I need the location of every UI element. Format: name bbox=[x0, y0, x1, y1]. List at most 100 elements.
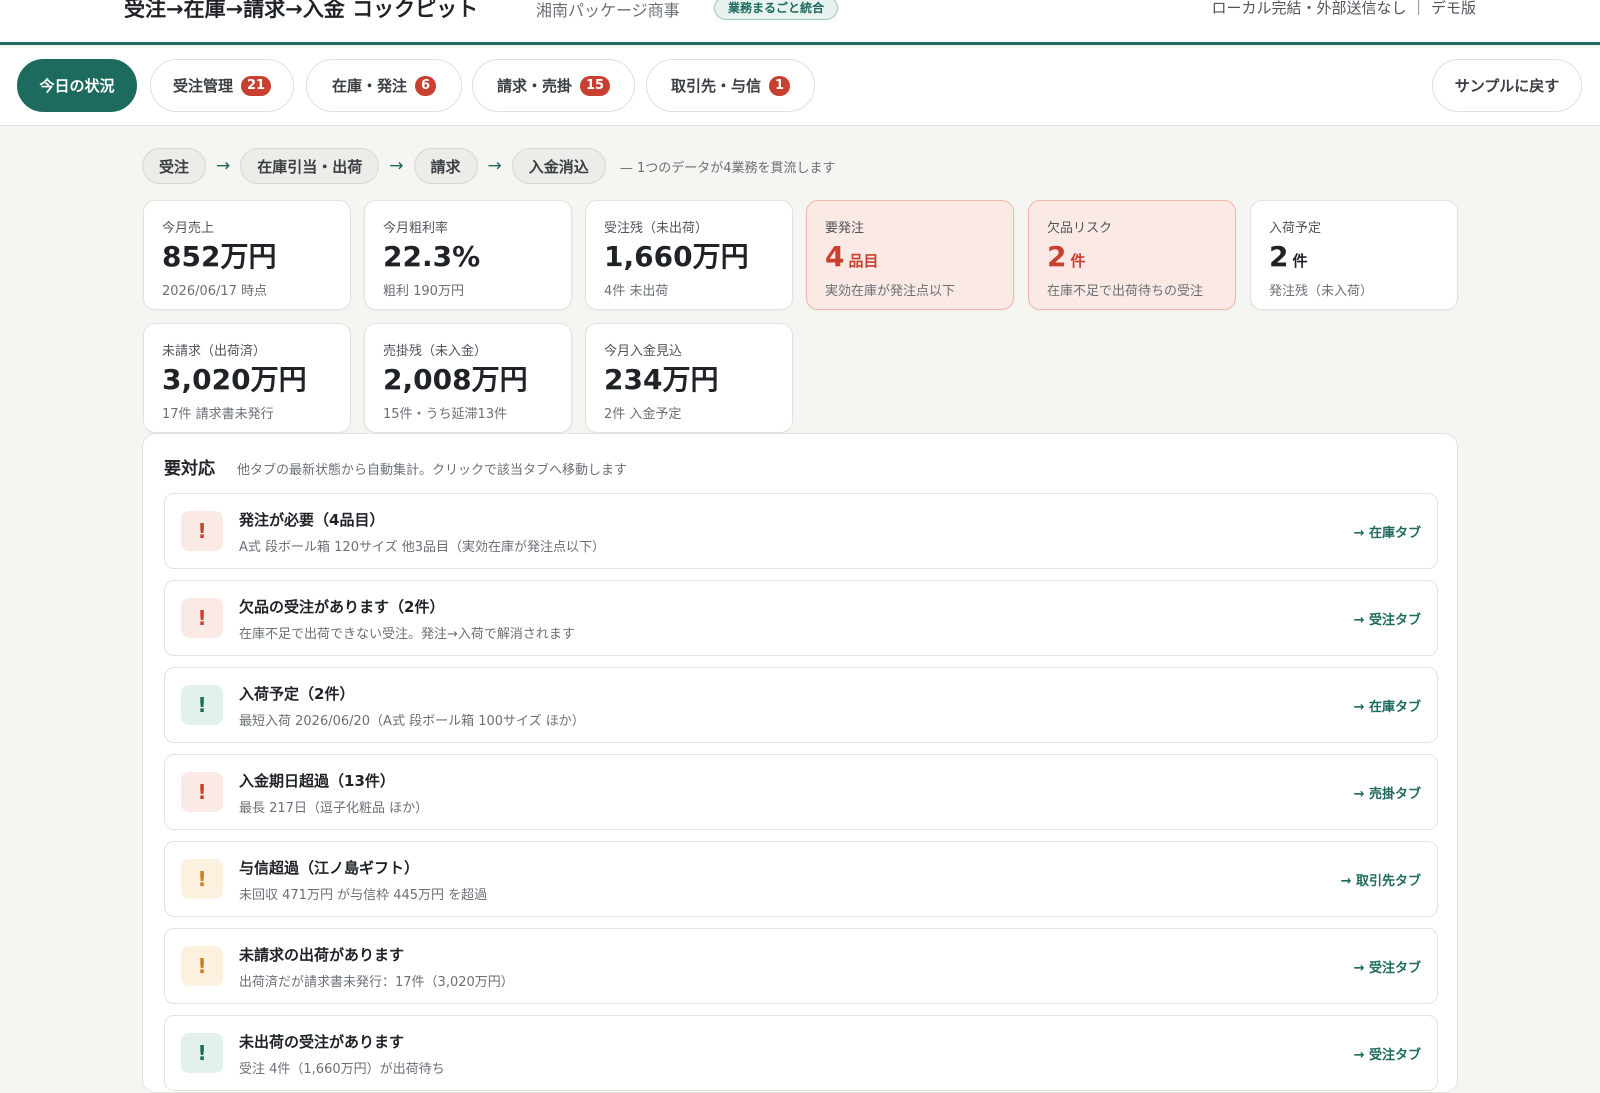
kpi-value: 4 品目 bbox=[825, 240, 879, 273]
task-description: 在庫不足で出荷できない受注。発注→入荷で解消されます bbox=[239, 627, 575, 642]
task-item-reorder[interactable]: ! 発注が必要（4品目） A式 段ボール箱 120サイズ 他3品目（実効在庫が発… bbox=[164, 493, 1438, 569]
flow-step-shipping: 在庫引当・出荷 bbox=[240, 148, 380, 184]
warning-icon: ! bbox=[181, 946, 223, 986]
kpi-label: 欠品リスク bbox=[1047, 221, 1113, 236]
kpi-value: 2件 bbox=[1047, 240, 1086, 273]
kpi-sub: 粗利 190万円 bbox=[383, 284, 464, 299]
panel-description: 他タブの最新状態から自動集計。クリックで該当タブへ移動します bbox=[237, 463, 628, 478]
kpi-label: 今月売上 bbox=[162, 221, 215, 236]
tab-orders[interactable]: 受注管理 21 bbox=[150, 59, 294, 112]
kpi-value: 2,008万円 bbox=[383, 363, 528, 396]
kpi-value: 2件 bbox=[1269, 240, 1308, 273]
flow-arrow-icon: → bbox=[487, 156, 502, 176]
task-description: 出荷済だが請求書未発行：17件（3,020万円） bbox=[239, 975, 514, 990]
flow-note: — 1つのデータが4業務を貫流します bbox=[619, 160, 836, 176]
kpi-value: 1,660万円 bbox=[604, 240, 749, 273]
tab-label: 今日の状況 bbox=[39, 77, 115, 95]
kpi-label: 入荷予定 bbox=[1269, 221, 1322, 236]
tab-inventory[interactable]: 在庫・発注 6 bbox=[306, 59, 462, 112]
task-item-overdue[interactable]: ! 入金期日超過（13件） 最長 217日（逗子化粧品 ほか） → 売掛タブ bbox=[164, 754, 1438, 830]
task-description: 未回収 471万円 が与信枠 445万円 を超過 bbox=[239, 888, 488, 903]
kpi-card-unbilled: 未請求（出荷済） 3,020万円 17件 請求書未発行 bbox=[143, 323, 351, 433]
task-link[interactable]: → 受注タブ bbox=[1354, 957, 1421, 976]
task-link[interactable]: → 在庫タブ bbox=[1354, 696, 1421, 715]
task-item-unshipped[interactable]: ! 未出荷の受注があります 受注 4件（1,660万円）が出荷待ち → 受注タブ bbox=[164, 1015, 1438, 1091]
kpi-sub: 在庫不足で出荷待ちの受注 bbox=[1047, 284, 1204, 299]
tab-label: 受注管理 bbox=[172, 77, 233, 95]
task-item-unbilled[interactable]: ! 未請求の出荷があります 出荷済だが請求書未発行：17件（3,020万円） →… bbox=[164, 928, 1438, 1004]
task-description: 最長 217日（逗子化粧品 ほか） bbox=[239, 801, 429, 816]
kpi-label: 今月粗利率 bbox=[383, 221, 449, 236]
task-item-credit-over[interactable]: ! 与信超過（江ノ島ギフト） 未回収 471万円 が与信枠 445万円 を超過 … bbox=[164, 841, 1438, 917]
tab-count-badge: 21 bbox=[240, 75, 272, 96]
flow-arrow-icon: → bbox=[216, 156, 231, 176]
kpi-sub: 2件 入金予定 bbox=[604, 407, 682, 422]
kpi-sub: 2026/06/17 時点 bbox=[162, 284, 268, 299]
app-header: 受注→在庫→請求→入金 コックピット 湘南パッケージ商事 業務まるごと統合 ロー… bbox=[0, 0, 1600, 45]
kpi-value: 852万円 bbox=[162, 240, 277, 273]
task-title: 未出荷の受注があります bbox=[239, 1033, 405, 1051]
tab-today[interactable]: 今日の状況 bbox=[17, 59, 137, 112]
task-link[interactable]: → 受注タブ bbox=[1354, 1044, 1421, 1063]
tab-customers[interactable]: 取引先・与信 1 bbox=[646, 59, 815, 112]
kpi-card-expected-payment: 今月入金見込 234万円 2件 入金予定 bbox=[585, 323, 793, 433]
kpi-label: 売掛残（未入金） bbox=[383, 344, 488, 359]
alert-icon: ! bbox=[181, 772, 223, 812]
info-icon: ! bbox=[181, 685, 223, 725]
kpi-sub: 4件 未出荷 bbox=[604, 284, 669, 299]
task-link[interactable]: → 在庫タブ bbox=[1354, 522, 1421, 541]
kpi-value: 234万円 bbox=[604, 363, 719, 396]
reset-label: サンプルに戻す bbox=[1454, 77, 1560, 95]
info-icon: ! bbox=[181, 1033, 223, 1073]
task-title: 与信超過（江ノ島ギフト） bbox=[239, 859, 420, 877]
kpi-value: 22.3% bbox=[383, 240, 481, 273]
tab-count-badge: 15 bbox=[579, 75, 611, 96]
kpi-label: 今月入金見込 bbox=[604, 344, 683, 359]
flow-arrow-icon: → bbox=[389, 156, 404, 176]
task-title: 入荷予定（2件） bbox=[239, 685, 355, 703]
task-link[interactable]: → 取引先タブ bbox=[1341, 870, 1421, 889]
tab-count-badge: 6 bbox=[414, 75, 437, 96]
kpi-card-incoming: 入荷予定 2件 発注残（未入荷） bbox=[1250, 200, 1458, 310]
tab-billing[interactable]: 請求・売掛 15 bbox=[472, 59, 635, 112]
task-title: 発注が必要（4品目） bbox=[239, 511, 385, 529]
tab-bar: 今日の状況 受注管理 21 在庫・発注 6 請求・売掛 15 取引先・与信 1 … bbox=[0, 48, 1600, 126]
kpi-card-stockout-risk[interactable]: 欠品リスク 2件 在庫不足で出荷待ちの受注 bbox=[1028, 200, 1236, 310]
kpi-label: 受注残（未出荷） bbox=[604, 221, 709, 236]
kpi-card-reorder[interactable]: 要発注 4 品目 実効在庫が発注点以下 bbox=[806, 200, 1014, 310]
task-description: 最短入荷 2026/06/20（A式 段ボール箱 100サイズ ほか） bbox=[239, 714, 585, 729]
tab-label: 在庫・発注 bbox=[331, 77, 407, 95]
task-item-incoming[interactable]: ! 入荷予定（2件） 最短入荷 2026/06/20（A式 段ボール箱 100サ… bbox=[164, 667, 1438, 743]
kpi-label: 未請求（出荷済） bbox=[162, 344, 267, 359]
task-link[interactable]: → 受注タブ bbox=[1354, 609, 1421, 628]
action-required-panel: 要対応 他タブの最新状態から自動集計。クリックで該当タブへ移動します ! 発注が… bbox=[142, 433, 1458, 1093]
integration-badge: 業務まるごと統合 bbox=[714, 0, 839, 20]
task-description: 受注 4件（1,660万円）が出荷待ち bbox=[239, 1062, 445, 1077]
task-title: 欠品の受注があります（2件） bbox=[239, 598, 445, 616]
kpi-card-receivables: 売掛残（未入金） 2,008万円 15件・うち延滞13件 bbox=[364, 323, 572, 433]
task-title: 未請求の出荷があります bbox=[239, 946, 405, 964]
kpi-sub: 発注残（未入荷） bbox=[1269, 284, 1374, 299]
kpi-label: 要発注 bbox=[825, 221, 865, 236]
kpi-card-gross-margin: 今月粗利率 22.3% 粗利 190万円 bbox=[364, 200, 572, 310]
flow-step-order: 受注 bbox=[142, 148, 207, 184]
tab-label: 取引先・与信 bbox=[670, 77, 761, 95]
kpi-card-sales: 今月売上 852万円 2026/06/17 時点 bbox=[143, 200, 351, 310]
kpi-sub: 実効在庫が発注点以下 bbox=[825, 284, 956, 299]
flow-step-invoice: 請求 bbox=[413, 148, 478, 184]
reset-sample-button[interactable]: サンプルに戻す bbox=[1432, 59, 1582, 112]
panel-title: 要対応 bbox=[164, 459, 215, 479]
tab-label: 請求・売掛 bbox=[496, 77, 572, 95]
kpi-card-order-backlog: 受注残（未出荷） 1,660万円 4件 未出荷 bbox=[585, 200, 793, 310]
business-flow: 受注 → 在庫引当・出荷 → 請求 → 入金消込 — 1つのデータが4業務を貫流… bbox=[142, 148, 836, 184]
alert-icon: ! bbox=[181, 511, 223, 551]
kpi-value: 3,020万円 bbox=[162, 363, 307, 396]
app-title: 受注→在庫→請求→入金 コックピット bbox=[124, 0, 479, 21]
kpi-sub: 17件 請求書未発行 bbox=[162, 407, 274, 422]
tab-count-badge: 1 bbox=[768, 75, 791, 96]
task-link[interactable]: → 売掛タブ bbox=[1354, 783, 1421, 802]
warning-icon: ! bbox=[181, 859, 223, 899]
alert-icon: ! bbox=[181, 598, 223, 638]
task-item-stockout[interactable]: ! 欠品の受注があります（2件） 在庫不足で出荷できない受注。発注→入荷で解消さ… bbox=[164, 580, 1438, 656]
flow-step-payment: 入金消込 bbox=[511, 148, 606, 184]
